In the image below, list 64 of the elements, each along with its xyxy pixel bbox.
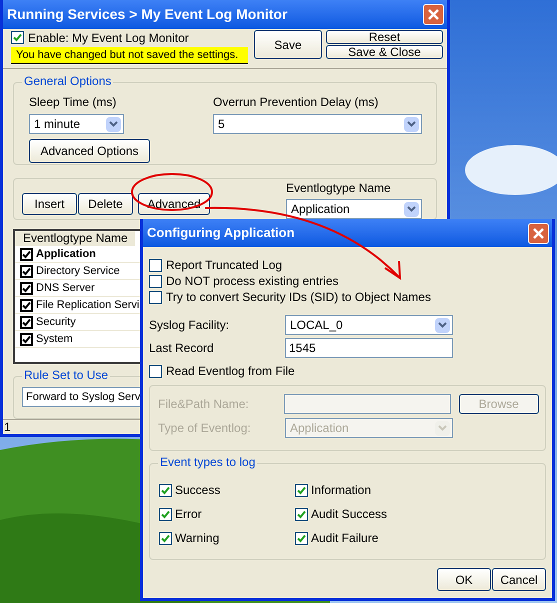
- event-type-label: Audit Failure: [311, 530, 378, 547]
- unsaved-warning: You have changed but not saved the settings.: [11, 47, 248, 64]
- sleep-time-label: Sleep Time (ms): [29, 94, 118, 112]
- checkbox[interactable]: [20, 264, 33, 278]
- checkbox[interactable]: [149, 364, 162, 378]
- checkbox[interactable]: [159, 532, 172, 544]
- checkbox[interactable]: [11, 31, 24, 44]
- checkbox[interactable]: [159, 508, 172, 520]
- checkbox[interactable]: [295, 484, 308, 496]
- close-icon: [428, 9, 439, 20]
- eventlogtype-label: Eventlogtype Name: [286, 180, 392, 198]
- checkbox[interactable]: [20, 298, 33, 312]
- dialog-title: Configuring Application: [147, 224, 295, 242]
- action-button[interactable]: Delete: [78, 193, 133, 216]
- syslog-facility-dropdown[interactable]: LOCAL_0: [285, 315, 453, 335]
- read-from-file-label: Read Eventlog from File: [166, 363, 295, 380]
- dropdown-arrow-icon: [435, 318, 450, 332]
- dropdown-arrow-icon: [404, 116, 419, 132]
- event-type-label: Audit Success: [311, 506, 388, 523]
- event-type-label: Error: [175, 506, 202, 523]
- save-close-button[interactable]: Save & Close: [326, 45, 443, 60]
- checkbox[interactable]: [149, 290, 162, 304]
- file-path-label: File&Path Name:: [158, 396, 250, 413]
- dropdown-arrow-icon: [404, 202, 419, 217]
- close-icon: [533, 228, 544, 238]
- option-label: Report Truncated Log: [166, 257, 282, 274]
- syslog-facility-label: Syslog Facility:: [149, 317, 230, 334]
- dropdown-arrow-icon: [435, 420, 450, 436]
- checkbox[interactable]: [20, 282, 33, 295]
- dropdown-arrow-icon: [106, 116, 121, 132]
- action-button[interactable]: Insert: [22, 193, 77, 216]
- checkbox[interactable]: [295, 508, 308, 520]
- save-button[interactable]: Save: [254, 30, 322, 60]
- overrun-delay-label: Overrun Prevention Delay (ms): [213, 94, 380, 112]
- event-type-label: Warning: [175, 530, 220, 547]
- last-record-field[interactable]: 1545: [285, 338, 453, 358]
- checkbox[interactable]: [20, 316, 33, 329]
- advanced-options-button[interactable]: Advanced Options: [29, 139, 150, 164]
- last-record-label: Last Record: [149, 340, 215, 357]
- group-title: Rule Set to Use: [22, 368, 110, 381]
- reset-button[interactable]: Reset: [326, 30, 443, 44]
- checkbox[interactable]: [149, 274, 162, 288]
- dialog-button[interactable]: Cancel: [492, 568, 546, 591]
- overrun-delay-dropdown[interactable]: 5: [213, 114, 422, 134]
- close-button[interactable]: [423, 4, 444, 26]
- event-type-label: Information: [311, 482, 372, 499]
- checkbox[interactable]: [295, 532, 308, 544]
- close-button[interactable]: [528, 222, 549, 244]
- eventlog-type-label: Type of Eventlog:: [158, 420, 252, 437]
- checkbox[interactable]: [20, 248, 33, 261]
- enable-label: Enable: My Event Log Monitor: [28, 30, 189, 47]
- event-type-label: Success: [175, 482, 220, 499]
- checkbox[interactable]: [20, 332, 33, 346]
- window-title: Running Services > My Event Log Monitor: [7, 5, 288, 24]
- checkbox[interactable]: [149, 258, 162, 272]
- group-title: Event types to log: [158, 456, 258, 468]
- column-header: Eventlogtype Name: [15, 231, 135, 246]
- eventlogtype-dropdown[interactable]: Application: [286, 199, 422, 220]
- option-label: Do NOT process existing entries: [166, 273, 339, 290]
- group-title: General Options: [22, 75, 114, 88]
- checkbox[interactable]: [159, 484, 172, 496]
- dialog-button[interactable]: OK: [437, 568, 491, 591]
- option-label: Try to convert Security IDs (SID) to Object Names: [166, 289, 431, 306]
- sleep-time-dropdown[interactable]: 1 minute: [29, 114, 124, 134]
